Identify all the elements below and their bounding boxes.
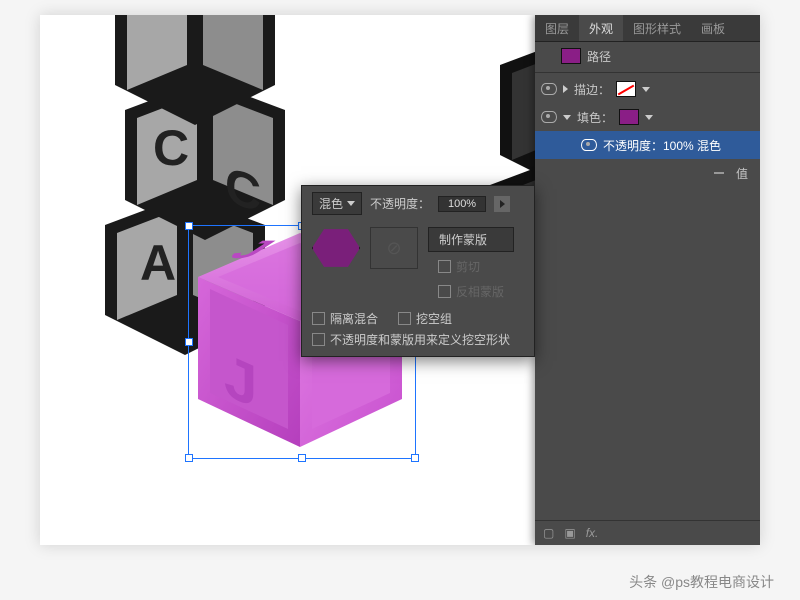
new-stroke-icon[interactable]: ▢ — [543, 526, 554, 540]
expand-fill-icon[interactable] — [563, 115, 571, 120]
blend-preview-shape — [312, 227, 360, 269]
opacity-popover: 混色 不透明度： ⊘ 制作蒙版 剪切 反相蒙版 隔离混合 挖空组 — [301, 185, 535, 357]
stroke-dropdown-icon[interactable] — [642, 87, 650, 92]
expand-stroke-icon[interactable] — [563, 85, 568, 93]
opacity-label: 不透明度： — [370, 195, 430, 212]
fill-swatch[interactable] — [619, 109, 639, 125]
object-type-label: 路径 — [587, 48, 611, 65]
opacity-mask-knockout-checkbox[interactable]: 不透明度和蒙版用来定义挖空形状 — [302, 329, 534, 356]
handle-br[interactable] — [411, 454, 419, 462]
opacity-row-label: 不透明度：100% 混色 — [603, 137, 721, 154]
isolate-blend-checkbox[interactable]: 隔离混合 — [302, 308, 388, 329]
canvas[interactable]: A C C — [40, 15, 760, 545]
mask-preview[interactable]: ⊘ — [370, 227, 418, 269]
stroke-label: 描边： — [574, 81, 610, 98]
chevron-down-icon — [347, 201, 355, 206]
row-fill[interactable]: 填色： — [535, 103, 760, 131]
stroke-swatch[interactable] — [616, 81, 636, 97]
visibility-toggle-stroke[interactable] — [541, 83, 557, 95]
visibility-toggle-opacity[interactable] — [581, 139, 597, 151]
invert-mask-checkbox: 反相蒙版 — [428, 281, 514, 302]
handle-bm[interactable] — [298, 454, 306, 462]
app-frame: A C C — [40, 15, 760, 545]
row-object-type: 路径 — [535, 42, 760, 70]
swatch-object[interactable] — [561, 48, 581, 64]
link-icon — [714, 172, 724, 174]
panel-tabs: 图层 外观 图形样式 画板 — [535, 15, 760, 42]
handle-ml[interactable] — [185, 338, 193, 346]
new-fill-icon[interactable]: ▣ — [564, 526, 575, 540]
panel-footer: ▢ ▣ fx. — [535, 520, 760, 545]
fx-icon[interactable]: fx. — [586, 526, 599, 540]
opacity-input[interactable] — [438, 196, 486, 212]
fill-dropdown-icon[interactable] — [645, 115, 653, 120]
knockout-checkbox[interactable]: 挖空组 — [388, 308, 462, 329]
row-opacity-selected[interactable]: 不透明度：100% 混色 — [535, 131, 760, 159]
visibility-toggle-fill[interactable] — [541, 111, 557, 123]
fill-label: 填色： — [577, 109, 613, 126]
tab-graphic-styles[interactable]: 图形样式 — [623, 15, 691, 41]
handle-bl[interactable] — [185, 454, 193, 462]
svg-text:C: C — [153, 120, 189, 176]
blend-mode-dropdown[interactable]: 混色 — [312, 192, 362, 215]
row-attr[interactable]: 值 — [535, 159, 760, 187]
blend-mode-value: 混色 — [319, 195, 343, 212]
attr-label: 值 — [736, 165, 748, 182]
appearance-panel: 图层 外观 图形样式 画板 路径 描边： 填色： — [535, 15, 760, 545]
watermark-caption: 头条 @ps教程电商设计 — [623, 570, 780, 594]
opacity-slider-button[interactable] — [494, 196, 510, 212]
tab-artboards[interactable]: 画板 — [691, 15, 735, 41]
handle-tl[interactable] — [185, 222, 193, 230]
clip-checkbox: 剪切 — [428, 256, 514, 277]
svg-text:C: C — [225, 156, 261, 223]
make-mask-button[interactable]: 制作蒙版 — [428, 227, 514, 252]
row-stroke[interactable]: 描边： — [535, 75, 760, 103]
tab-layers[interactable]: 图层 — [535, 15, 579, 41]
tab-appearance[interactable]: 外观 — [579, 15, 623, 41]
